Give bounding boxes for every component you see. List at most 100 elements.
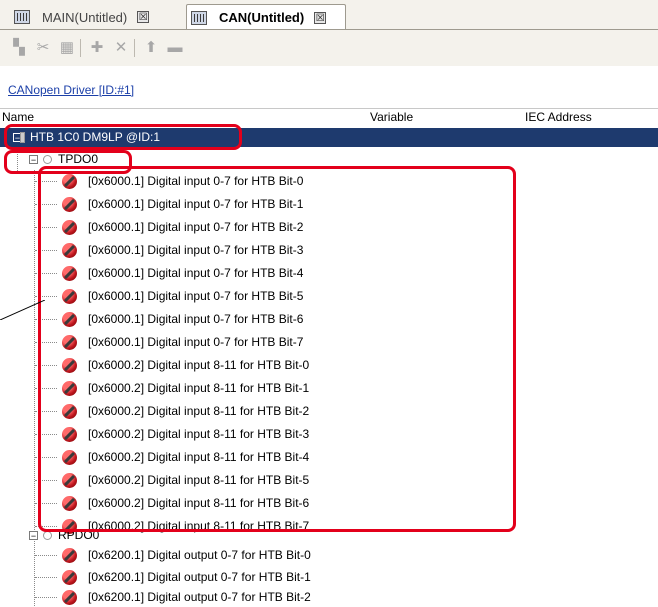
- tree-guide: [35, 250, 57, 251]
- tab-main[interactable]: MAIN(Untitled) ☒: [14, 4, 174, 30]
- tpdo-item-row[interactable]: [0x6000.2] Digital input 8-11 for HTB Bi…: [0, 448, 658, 467]
- column-iec-address[interactable]: IEC Address: [525, 110, 592, 124]
- tpdo-item-label: [0x6000.1] Digital input 0-7 for HTB Bit…: [88, 312, 304, 326]
- toolbar-separator: [80, 39, 81, 57]
- io-variable-icon: [62, 496, 77, 511]
- toolbar: ▚ ✂ ▦ ✚ ✕ ⬆ ▬: [0, 30, 658, 66]
- tree-guide: [35, 181, 57, 182]
- tpdo-item-label: [0x6000.1] Digital input 0-7 for HTB Bit…: [88, 197, 304, 211]
- column-variable[interactable]: Variable: [370, 110, 413, 124]
- tree-guide: [35, 411, 57, 412]
- ladder-editor-icon: [14, 10, 30, 24]
- io-variable-icon: [62, 197, 77, 212]
- tree-guide: [35, 597, 57, 598]
- pdo-icon: [43, 155, 52, 164]
- move-down-icon[interactable]: ▬: [166, 39, 184, 57]
- tree-guide: [35, 365, 57, 366]
- tpdo-item-row[interactable]: [0x6000.1] Digital input 0-7 for HTB Bit…: [0, 218, 658, 237]
- tpdo-item-row[interactable]: [0x6000.2] Digital input 8-11 for HTB Bi…: [0, 356, 658, 375]
- device-label: HTB 1C0 DM9LP @ID:1: [30, 130, 161, 144]
- tree-guide: [35, 577, 57, 578]
- paste-icon[interactable]: ▦: [58, 39, 76, 57]
- tree-guide: [35, 434, 57, 435]
- io-variable-icon: [62, 243, 77, 258]
- tpdo-item-label: [0x6000.2] Digital input 8-11 for HTB Bi…: [88, 404, 310, 418]
- rpdo-item-row[interactable]: [0x6200.1] Digital output 0-7 for HTB Bi…: [0, 588, 658, 607]
- tpdo-item-label: [0x6000.2] Digital input 8-11 for HTB Bi…: [88, 496, 310, 510]
- io-variable-icon: [62, 312, 77, 327]
- stack-icon[interactable]: ▚: [10, 39, 28, 57]
- io-variable-icon: [62, 590, 77, 605]
- rpdo0-label: RPDO0: [58, 528, 100, 542]
- tpdo-item-label: [0x6000.1] Digital input 0-7 for HTB Bit…: [88, 174, 304, 188]
- tree-guide: [35, 273, 57, 274]
- tpdo-item-row[interactable]: [0x6000.2] Digital input 8-11 for HTB Bi…: [0, 471, 658, 490]
- tpdo-item-label: [0x6000.1] Digital input 0-7 for HTB Bit…: [88, 289, 304, 303]
- rpdo-item-label: [0x6200.1] Digital output 0-7 for HTB Bi…: [88, 590, 311, 604]
- tpdo-item-label: [0x6000.1] Digital input 0-7 for HTB Bit…: [88, 243, 304, 257]
- io-variable-icon: [62, 450, 77, 465]
- move-up-icon[interactable]: ⬆: [142, 39, 160, 57]
- io-variable-icon: [62, 358, 77, 373]
- device-row[interactable]: − HTB 1C0 DM9LP @ID:1: [0, 128, 658, 147]
- io-variable-icon: [62, 335, 77, 350]
- rpdo0-collapse-icon[interactable]: −: [29, 531, 38, 541]
- tab-can-label: CAN(Untitled): [219, 10, 305, 25]
- tpdo-item-row[interactable]: [0x6000.1] Digital input 0-7 for HTB Bit…: [0, 264, 658, 283]
- device-icon: [20, 132, 25, 143]
- io-tree: − HTB 1C0 DM9LP @ID:1 − TPDO0 [0x6000.1]…: [0, 124, 658, 606]
- tab-can-close-icon[interactable]: ☒: [314, 11, 327, 24]
- tpdo-item-label: [0x6000.2] Digital input 8-11 for HTB Bi…: [88, 473, 310, 487]
- editor-tab-bar: MAIN(Untitled) ☒ CAN(Untitled) ☒: [0, 0, 658, 30]
- tpdo-item-label: [0x6000.2] Digital input 8-11 for HTB Bi…: [88, 427, 310, 441]
- tree-guide: [35, 227, 57, 228]
- tree-guide: [35, 388, 57, 389]
- tpdo-item-row[interactable]: [0x6000.1] Digital input 0-7 for HTB Bit…: [0, 333, 658, 352]
- tpdo-item-label: [0x6000.2] Digital input 8-11 for HTB Bi…: [88, 450, 310, 464]
- tpdo-item-row[interactable]: [0x6000.2] Digital input 8-11 for HTB Bi…: [0, 402, 658, 421]
- delete-icon[interactable]: ✕: [112, 39, 130, 57]
- canopen-driver-link[interactable]: CANopen Driver [ID:#1]: [8, 83, 134, 97]
- rpdo-item-label: [0x6200.1] Digital output 0-7 for HTB Bi…: [88, 570, 311, 584]
- tpdo-item-row[interactable]: [0x6000.2] Digital input 8-11 for HTB Bi…: [0, 425, 658, 444]
- column-name[interactable]: Name: [2, 110, 34, 124]
- rpdo-item-label: [0x6200.1] Digital output 0-7 for HTB Bi…: [88, 548, 311, 562]
- tpdo-item-label: [0x6000.2] Digital input 8-11 for HTB Bi…: [88, 381, 310, 395]
- tpdo0-label: TPDO0: [58, 152, 99, 166]
- tree-guide: [35, 204, 57, 205]
- tpdo0-row[interactable]: − TPDO0: [0, 150, 658, 169]
- tpdo-item-label: [0x6000.1] Digital input 0-7 for HTB Bit…: [88, 266, 304, 280]
- rpdo0-row[interactable]: − RPDO0: [0, 526, 658, 545]
- configure-icon[interactable]: ✚: [88, 39, 106, 57]
- tpdo-item-label: [0x6000.2] Digital input 8-11 for HTB Bi…: [88, 358, 310, 372]
- tree-guide: [35, 457, 57, 458]
- tpdo-item-row[interactable]: [0x6000.2] Digital input 8-11 for HTB Bi…: [0, 379, 658, 398]
- io-variable-icon: [62, 427, 77, 442]
- tpdo0-collapse-icon[interactable]: −: [29, 155, 38, 165]
- rpdo-item-row[interactable]: [0x6200.1] Digital output 0-7 for HTB Bi…: [0, 546, 658, 565]
- tab-main-label: MAIN(Untitled): [42, 9, 128, 25]
- cut-icon[interactable]: ✂: [34, 39, 52, 57]
- tpdo-item-row[interactable]: [0x6000.1] Digital input 0-7 for HTB Bit…: [0, 195, 658, 214]
- toolbar-separator: [134, 39, 135, 57]
- io-variable-icon: [62, 404, 77, 419]
- io-variable-icon: [62, 548, 77, 563]
- tpdo-item-row[interactable]: [0x6000.1] Digital input 0-7 for HTB Bit…: [0, 287, 658, 306]
- tree-guide: [35, 480, 57, 481]
- tpdo-item-row[interactable]: [0x6000.2] Digital input 8-11 for HTB Bi…: [0, 494, 658, 513]
- tpdo-item-label: [0x6000.1] Digital input 0-7 for HTB Bit…: [88, 335, 304, 349]
- tab-main-close-icon[interactable]: ☒: [137, 11, 150, 23]
- rpdo-item-row[interactable]: [0x6200.1] Digital output 0-7 for HTB Bi…: [0, 568, 658, 587]
- io-variable-icon: [62, 381, 77, 396]
- pdo-icon: [43, 531, 52, 540]
- tpdo-item-row[interactable]: [0x6000.1] Digital input 0-7 for HTB Bit…: [0, 310, 658, 329]
- tree-guide: [35, 342, 57, 343]
- io-variable-icon: [62, 220, 77, 235]
- column-header: Name Variable IEC Address: [0, 108, 658, 125]
- can-editor-icon: [191, 10, 207, 25]
- tpdo-item-row[interactable]: [0x6000.1] Digital input 0-7 for HTB Bit…: [0, 172, 658, 191]
- tab-can[interactable]: CAN(Untitled) ☒: [186, 4, 346, 30]
- tree-guide: [35, 555, 57, 556]
- io-variable-icon: [62, 266, 77, 281]
- tpdo-item-row[interactable]: [0x6000.1] Digital input 0-7 for HTB Bit…: [0, 241, 658, 260]
